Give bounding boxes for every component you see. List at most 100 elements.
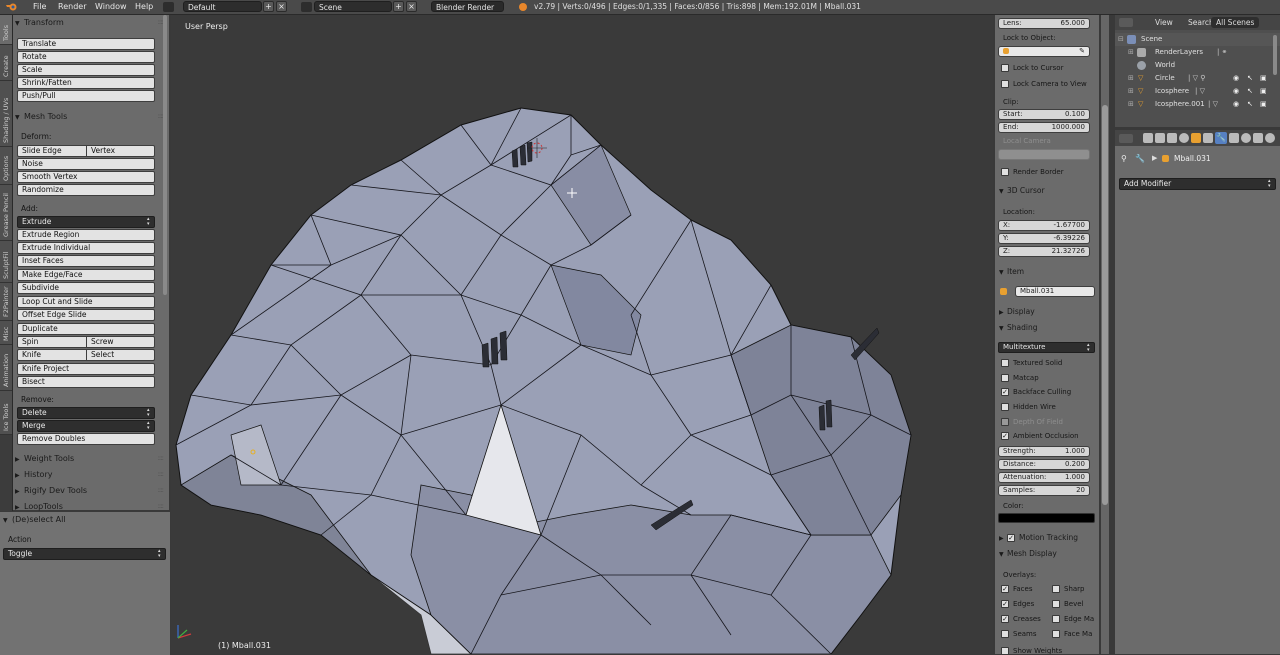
ao-strength-field[interactable]: Strength: 1.000 [998,446,1090,457]
remove-layout-button[interactable]: × [276,1,287,12]
shading-panel-header[interactable]: ▼ Shading [999,322,1037,333]
clip-start-field[interactable]: Start: 0.100 [998,109,1090,120]
shading-mode-dropdown[interactable]: Multitexture [998,342,1095,353]
panel-grip-icon[interactable]: :::: [158,469,165,480]
ambient-occlusion-checkbox[interactable]: ✓ [1001,432,1009,440]
renderable-camera-icon[interactable]: ▣ [1260,72,1267,85]
properties-editor-icon[interactable] [1119,134,1133,143]
tab-misc[interactable]: Misc [0,321,12,345]
cursor-z-field[interactable]: Z: 21.32726 [998,246,1090,257]
item-name-field[interactable]: Mball.031 [1015,286,1095,297]
duplicate-button[interactable]: Duplicate [17,323,155,335]
display-panel-header[interactable]: ▶ Display [999,306,1035,317]
lock-object-field[interactable]: ✎ [998,46,1090,57]
physics-tab-icon[interactable] [1265,133,1275,143]
selectable-arrow-icon[interactable]: ↖ [1247,98,1253,111]
outliner-row-scene[interactable]: ⊟ Scene [1115,33,1280,46]
tab-tools[interactable]: Tools [0,15,12,45]
outliner-row-world[interactable]: World [1115,59,1280,72]
data-tab-icon[interactable] [1229,133,1239,143]
outliner-editor-icon[interactable] [1119,18,1133,27]
menu-window[interactable]: Window [95,1,127,13]
tool-shelf-scrollbar[interactable] [163,15,167,295]
bevel-checkbox[interactable] [1052,600,1060,608]
spin-button[interactable]: Spin [17,336,87,348]
ao-samples-field[interactable]: Samples: 20 [998,485,1090,496]
world-tab-icon[interactable] [1179,133,1189,143]
outliner-row-circle[interactable]: ⊞ ▽ Circle | ▽ ⚲ ◉ ↖ ▣ [1115,72,1280,85]
item-panel-header[interactable]: ▼ Item [999,266,1024,277]
sharp-checkbox[interactable] [1052,585,1060,593]
tab-ice-tools[interactable]: Ice Tools [0,391,12,435]
scrollbar-thumb[interactable] [1102,105,1108,505]
menu-help[interactable]: Help [135,1,153,13]
panel-grip-icon[interactable]: :::: [158,485,165,496]
bisect-button[interactable]: Bisect [17,376,155,388]
noise-button[interactable]: Noise [17,158,155,170]
edges-checkbox[interactable]: ✓ [1001,600,1009,608]
creases-checkbox[interactable]: ✓ [1001,615,1009,623]
lock-camera-checkbox[interactable] [1001,80,1009,88]
subdivide-button[interactable]: Subdivide [17,282,155,294]
make-edge-face-button[interactable]: Make Edge/Face [17,269,155,281]
faces-checkbox[interactable]: ✓ [1001,585,1009,593]
action-dropdown[interactable]: Toggle [3,548,166,560]
selectable-arrow-icon[interactable]: ↖ [1247,72,1253,85]
knife-project-button[interactable]: Knife Project [17,363,155,375]
knife-button[interactable]: Knife [17,349,87,361]
render-engine-select[interactable]: Blender Render [431,1,504,12]
tab-animation[interactable]: Animation [0,345,12,391]
textured-solid-checkbox[interactable] [1001,359,1009,367]
cursor-x-field[interactable]: X: -1.67700 [998,220,1090,231]
offset-edge-slide-button[interactable]: Offset Edge Slide [17,309,155,321]
outliner-scrollbar[interactable] [1273,35,1277,75]
visibility-eye-icon[interactable]: ◉ [1233,72,1239,85]
rigify-dev-tools-panel-header[interactable]: ▶ Rigify Dev Tools [15,485,87,496]
motion-tracking-panel-header[interactable]: ▶ ✓ Motion Tracking [999,532,1078,543]
ao-attenuation-field[interactable]: Attenuation: 1.000 [998,472,1090,483]
properties-scrollbar[interactable] [1101,15,1109,654]
edge-marks-checkbox[interactable] [1052,615,1060,623]
translate-button[interactable]: Translate [17,38,155,50]
rotate-button[interactable]: Rotate [17,51,155,63]
delete-dropdown[interactable]: Delete [17,407,155,419]
scale-button[interactable]: Scale [17,64,155,76]
render-border-checkbox[interactable] [1001,168,1009,176]
tab-f2painter[interactable]: F2Painter [0,283,12,321]
add-scene-button[interactable]: + [393,1,404,12]
scene-tab-icon[interactable] [1167,133,1177,143]
panel-grip-icon[interactable]: :::: [158,453,165,464]
tab-sculptfil[interactable]: SculptFil [0,241,12,283]
smooth-vertex-button[interactable]: Smooth Vertex [17,171,155,183]
cursor-y-field[interactable]: Y: -6.39226 [998,233,1090,244]
weight-tools-panel-header[interactable]: ▶ Weight Tools [15,453,74,464]
renderable-camera-icon[interactable]: ▣ [1260,85,1267,98]
history-panel-header[interactable]: ▶ History [15,469,52,480]
constraints-tab-icon[interactable] [1203,133,1213,143]
material-tab-icon[interactable] [1241,133,1251,143]
mesh-tools-panel-header[interactable]: ▼ Mesh Tools [15,111,67,122]
screen-layout-field[interactable]: Default [183,1,262,12]
visibility-eye-icon[interactable]: ◉ [1233,98,1239,111]
visibility-eye-icon[interactable]: ◉ [1233,85,1239,98]
3d-viewport[interactable]: User Persp (1) Mball.031 [171,15,993,654]
outliner-row-icosphere-001[interactable]: ⊞ ▽ Icosphere.001 | ▽ ◉ ↖ ▣ [1115,98,1280,111]
eyedropper-icon[interactable]: ✎ [1079,47,1085,56]
push-pull-button[interactable]: Push/Pull [17,90,155,102]
menu-file[interactable]: File [33,1,46,13]
3d-cursor-panel-header[interactable]: ▼ 3D Cursor [999,185,1045,196]
remove-scene-button[interactable]: × [406,1,417,12]
selectable-arrow-icon[interactable]: ↖ [1247,85,1253,98]
modifiers-wrench-tab-icon[interactable]: 🔧 [1215,132,1227,144]
face-marks-checkbox[interactable] [1052,630,1060,638]
object-tab-icon[interactable] [1191,133,1201,143]
knife-select-button[interactable]: Select [86,349,155,361]
lens-field[interactable]: Lens: 65.000 [998,18,1090,29]
add-modifier-dropdown[interactable]: Add Modifier [1119,178,1276,190]
mesh-display-panel-header[interactable]: ▼ Mesh Display [999,548,1057,559]
tab-view[interactable]: View [1150,17,1178,28]
ao-distance-field[interactable]: Distance: 0.200 [998,459,1090,470]
renderable-camera-icon[interactable]: ▣ [1260,98,1267,111]
inset-faces-button[interactable]: Inset Faces [17,255,155,267]
tab-shading-uvs[interactable]: Shading / UVs [0,81,12,147]
